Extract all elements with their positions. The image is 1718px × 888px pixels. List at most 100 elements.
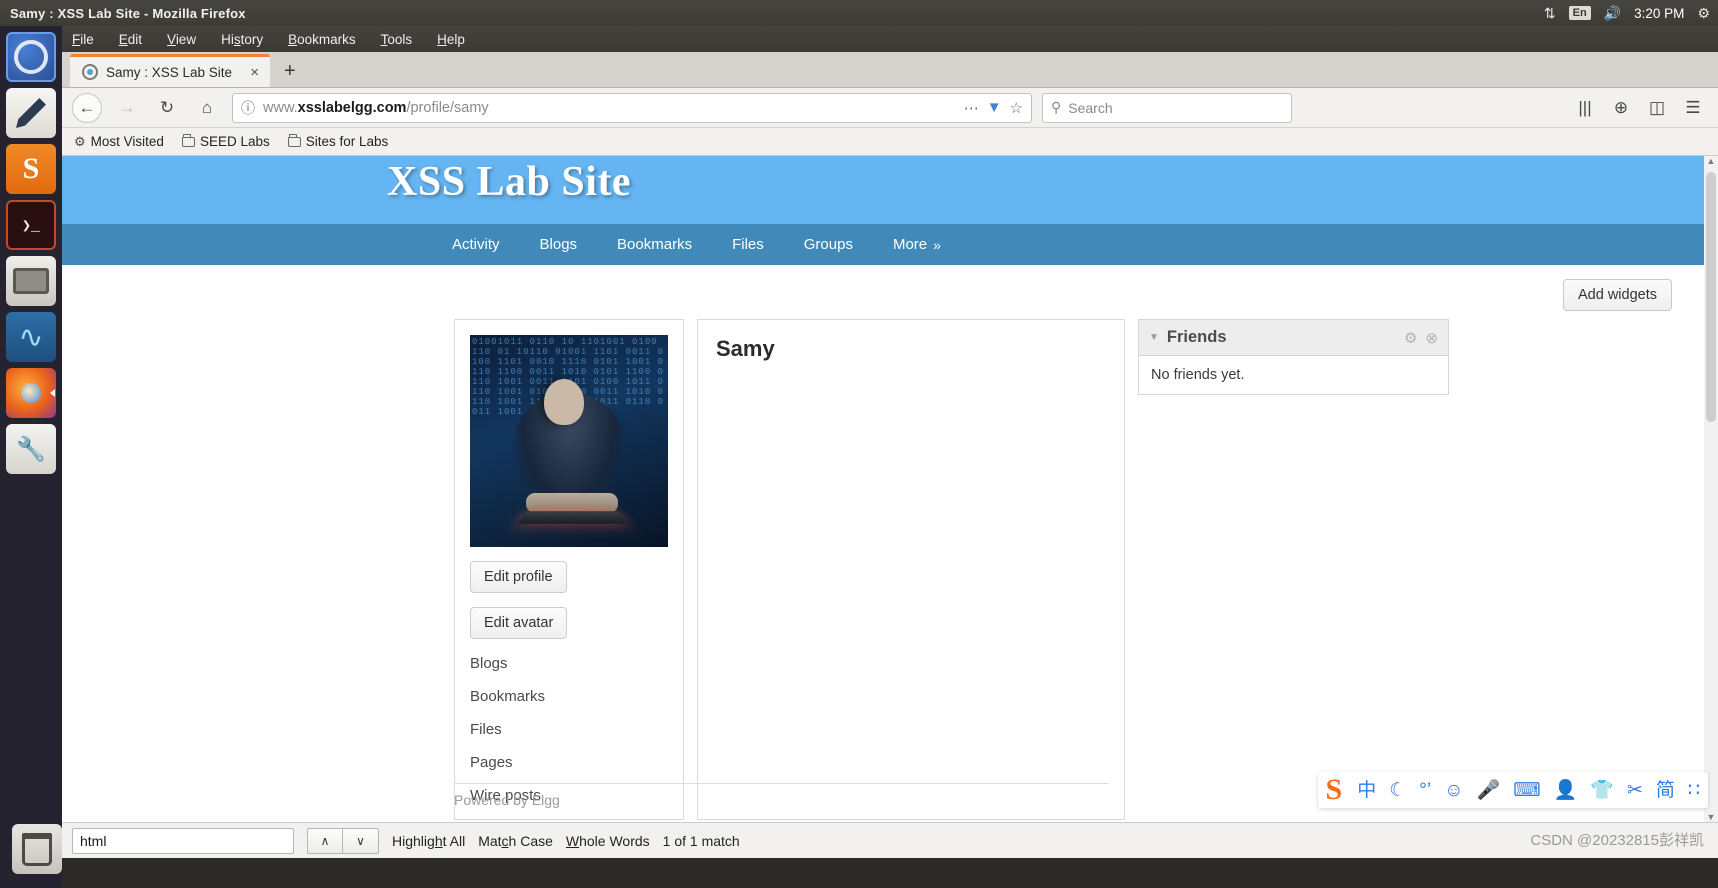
find-next-icon[interactable]: ∨ <box>343 827 379 854</box>
bookmark-sites-for-labs[interactable]: Sites for Labs <box>287 133 389 149</box>
find-input[interactable]: html <box>72 827 294 854</box>
scroll-up-icon[interactable]: ▲ <box>1704 156 1718 170</box>
profile-link-files[interactable]: Files <box>470 721 668 738</box>
find-previous-icon[interactable]: ∧ <box>307 827 343 854</box>
reload-icon[interactable]: ↻ <box>152 93 182 123</box>
bookmark-star-icon[interactable]: ☆ <box>1010 99 1023 117</box>
bookmark-label: Sites for Labs <box>305 134 389 149</box>
friends-widget-actions: ⚙ ⊗ <box>1404 329 1438 347</box>
nav-item-more[interactable]: More » <box>893 236 941 253</box>
launcher-item-system-tools[interactable] <box>6 424 56 474</box>
account-icon[interactable]: ⊕ <box>1606 93 1636 123</box>
friends-widget: ▼ Friends ⚙ ⊗ No friends yet. <box>1138 319 1449 395</box>
new-tab-button[interactable]: + <box>270 60 310 87</box>
nav-item-files[interactable]: Files <box>732 236 764 253</box>
profile-link-pages[interactable]: Pages <box>470 754 668 771</box>
ime-moon-icon[interactable]: ☾ <box>1389 781 1406 800</box>
whole-words-toggle[interactable]: Whole Words <box>566 833 650 849</box>
sogou-logo-icon[interactable]: S <box>1326 775 1343 805</box>
highlight-all-toggle[interactable]: Highlight All <box>392 833 465 849</box>
profile-link-blogs[interactable]: Blogs <box>470 655 668 672</box>
library-icon[interactable]: ||| <box>1570 93 1600 123</box>
nav-item-bookmarks[interactable]: Bookmarks <box>617 236 692 253</box>
avatar[interactable]: 01001011 0110 10 1101001 0100 110 01 101… <box>470 335 668 547</box>
bookmark-most-visited[interactable]: ⚙ Most Visited <box>74 134 164 150</box>
pocket-icon[interactable]: ▼ <box>987 99 1002 116</box>
profile-link-bookmarks[interactable]: Bookmarks <box>470 688 668 705</box>
launcher-item-text-editor[interactable] <box>6 88 56 138</box>
bookmarks-toolbar: ⚙ Most Visited SEED Labs Sites for Labs <box>62 128 1718 156</box>
widget-column: ▼ Friends ⚙ ⊗ No friends yet. <box>1138 319 1449 820</box>
menu-bookmarks[interactable]: Bookmarks <box>288 32 356 47</box>
match-case-toggle[interactable]: Match Case <box>478 833 553 849</box>
launcher-item-ubuntu-software[interactable] <box>6 144 56 194</box>
search-input[interactable]: Search <box>1068 100 1112 116</box>
back-icon[interactable]: ← <box>72 92 102 123</box>
ime-screenshot-icon[interactable]: ✂ <box>1627 781 1643 800</box>
nav-item-blogs[interactable]: Blogs <box>540 236 578 253</box>
ime-more-icon[interactable]: ∷ <box>1688 781 1700 800</box>
launcher-item-ubuntu-dash[interactable] <box>6 32 56 82</box>
edit-profile-button[interactable]: Edit profile <box>470 561 567 593</box>
chevron-down-icon[interactable]: ▼ <box>1149 332 1159 343</box>
search-bar[interactable]: ⚲ Search <box>1042 92 1292 123</box>
close-icon[interactable]: ⊗ <box>1425 329 1438 347</box>
firefox-window: File Edit View History Bookmarks Tools H… <box>62 26 1718 858</box>
menu-history[interactable]: History <box>221 32 263 47</box>
menu-view[interactable]: View <box>167 32 196 47</box>
scrollbar-thumb[interactable] <box>1706 172 1716 422</box>
menu-icon[interactable]: ☰ <box>1678 93 1708 123</box>
page-body: Add widgets 01001011 0110 10 1101001 010… <box>62 265 1718 820</box>
nav-item-groups[interactable]: Groups <box>804 236 853 253</box>
gear-icon[interactable]: ⚙ <box>1697 6 1710 20</box>
forward-icon[interactable]: → <box>112 93 142 123</box>
find-status: 1 of 1 match <box>662 832 740 849</box>
page-scrollbar[interactable]: ▲ ▼ <box>1704 156 1718 826</box>
running-indicator-icon <box>50 389 55 397</box>
ime-user-icon[interactable]: 👤 <box>1554 781 1578 800</box>
launcher-item-wireshark[interactable] <box>6 312 56 362</box>
ime-emoji-icon[interactable]: ☺ <box>1444 781 1463 800</box>
chevron-right-icon: » <box>933 236 941 253</box>
window-title: Samy : XSS Lab Site - Mozilla Firefox <box>10 5 246 21</box>
launcher-item-archive-manager[interactable] <box>6 256 56 306</box>
nav-item-activity[interactable]: Activity <box>452 236 500 253</box>
sidebar-icon[interactable]: ◫ <box>1642 93 1672 123</box>
ime-punctuation-icon[interactable]: °’ <box>1419 781 1431 800</box>
edit-avatar-button[interactable]: Edit avatar <box>470 607 568 639</box>
profile-main-panel: Samy <box>697 319 1125 820</box>
tab-strip: Samy : XSS Lab Site × + <box>62 52 1718 88</box>
launcher-item-firefox[interactable] <box>6 368 56 418</box>
page-actions-icon[interactable]: ⋯ <box>964 99 979 117</box>
launcher-item-terminal[interactable] <box>6 200 56 250</box>
ime-microphone-icon[interactable]: 🎤 <box>1477 781 1501 800</box>
ime-skin-icon[interactable]: 👕 <box>1590 781 1614 800</box>
menu-help[interactable]: Help <box>437 32 465 47</box>
friends-widget-header: ▼ Friends ⚙ ⊗ <box>1139 320 1448 356</box>
menu-edit[interactable]: Edit <box>119 32 142 47</box>
close-icon[interactable]: × <box>247 64 262 81</box>
site-info-icon[interactable]: ⓘ <box>241 98 255 118</box>
tab-label: Samy : XSS Lab Site <box>106 64 233 80</box>
window-titlebar: Samy : XSS Lab Site - Mozilla Firefox ⇅ … <box>0 0 1718 26</box>
menu-tools[interactable]: Tools <box>381 32 413 47</box>
add-widgets-button[interactable]: Add widgets <box>1563 279 1672 311</box>
tab-active[interactable]: Samy : XSS Lab Site × <box>70 54 270 87</box>
menu-bar: File Edit View History Bookmarks Tools H… <box>62 26 1718 52</box>
web-content: XSS Lab Site Activity Blogs Bookmarks Fi… <box>62 156 1718 826</box>
gear-icon[interactable]: ⚙ <box>1404 329 1417 347</box>
volume-icon[interactable]: 🔊 <box>1604 6 1621 20</box>
network-icon[interactable]: ⇅ <box>1544 6 1556 20</box>
ime-keyboard-icon[interactable]: ⌨ <box>1513 781 1540 800</box>
profile-columns: 01001011 0110 10 1101001 0100 110 01 101… <box>62 311 1718 820</box>
bookmark-seed-labs[interactable]: SEED Labs <box>181 133 270 149</box>
address-bar[interactable]: ⓘ www.xsslabelgg.com/profile/samy ⋯ ▼ ☆ <box>232 92 1032 123</box>
launcher-item-trash[interactable] <box>12 824 62 874</box>
menu-file[interactable]: File <box>72 32 94 47</box>
star-icon: ⚙ <box>74 133 86 149</box>
keyboard-layout-indicator[interactable]: En <box>1568 6 1591 20</box>
home-icon[interactable]: ⌂ <box>192 93 222 123</box>
ime-simplified-icon[interactable]: 简 <box>1656 781 1675 800</box>
clock[interactable]: 3:20 PM <box>1634 6 1684 21</box>
ime-chinese-mode-icon[interactable]: 中 <box>1357 781 1376 800</box>
